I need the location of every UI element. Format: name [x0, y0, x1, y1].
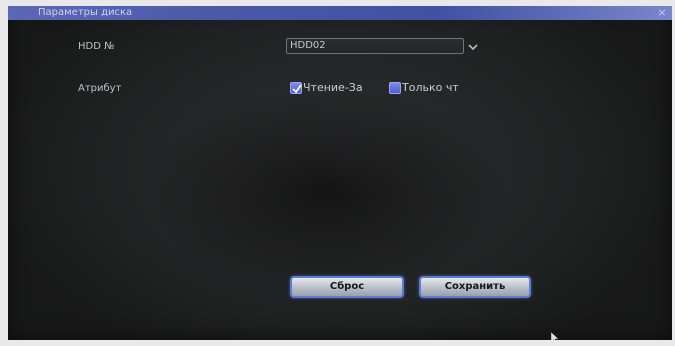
chevron-down-icon[interactable] — [468, 42, 478, 52]
dialog-title-bar: Параметры диска × — [8, 6, 672, 20]
dialog-title: Параметры диска — [38, 7, 133, 18]
cursor-icon — [550, 332, 560, 340]
hdd-select-value: HDD02 — [290, 40, 326, 51]
read-write-option-label: Чтение-За — [303, 81, 363, 94]
reset-button[interactable]: Сброс — [290, 276, 404, 298]
read-only-checkbox[interactable] — [389, 82, 401, 94]
read-only-option-label: Только чт — [402, 81, 459, 94]
dvr-screen: Параметры диска × HDD № HDD02 Атрибут Чт… — [8, 6, 672, 340]
read-write-checkbox[interactable] — [290, 82, 302, 94]
attribute-label: Атрибут — [78, 83, 122, 94]
hdd-number-label: HDD № — [78, 41, 115, 52]
checkmark-icon — [292, 84, 302, 94]
hdd-select[interactable]: HDD02 — [286, 38, 464, 54]
save-button[interactable]: Сохранить — [419, 276, 531, 298]
close-icon[interactable]: × — [656, 7, 668, 19]
